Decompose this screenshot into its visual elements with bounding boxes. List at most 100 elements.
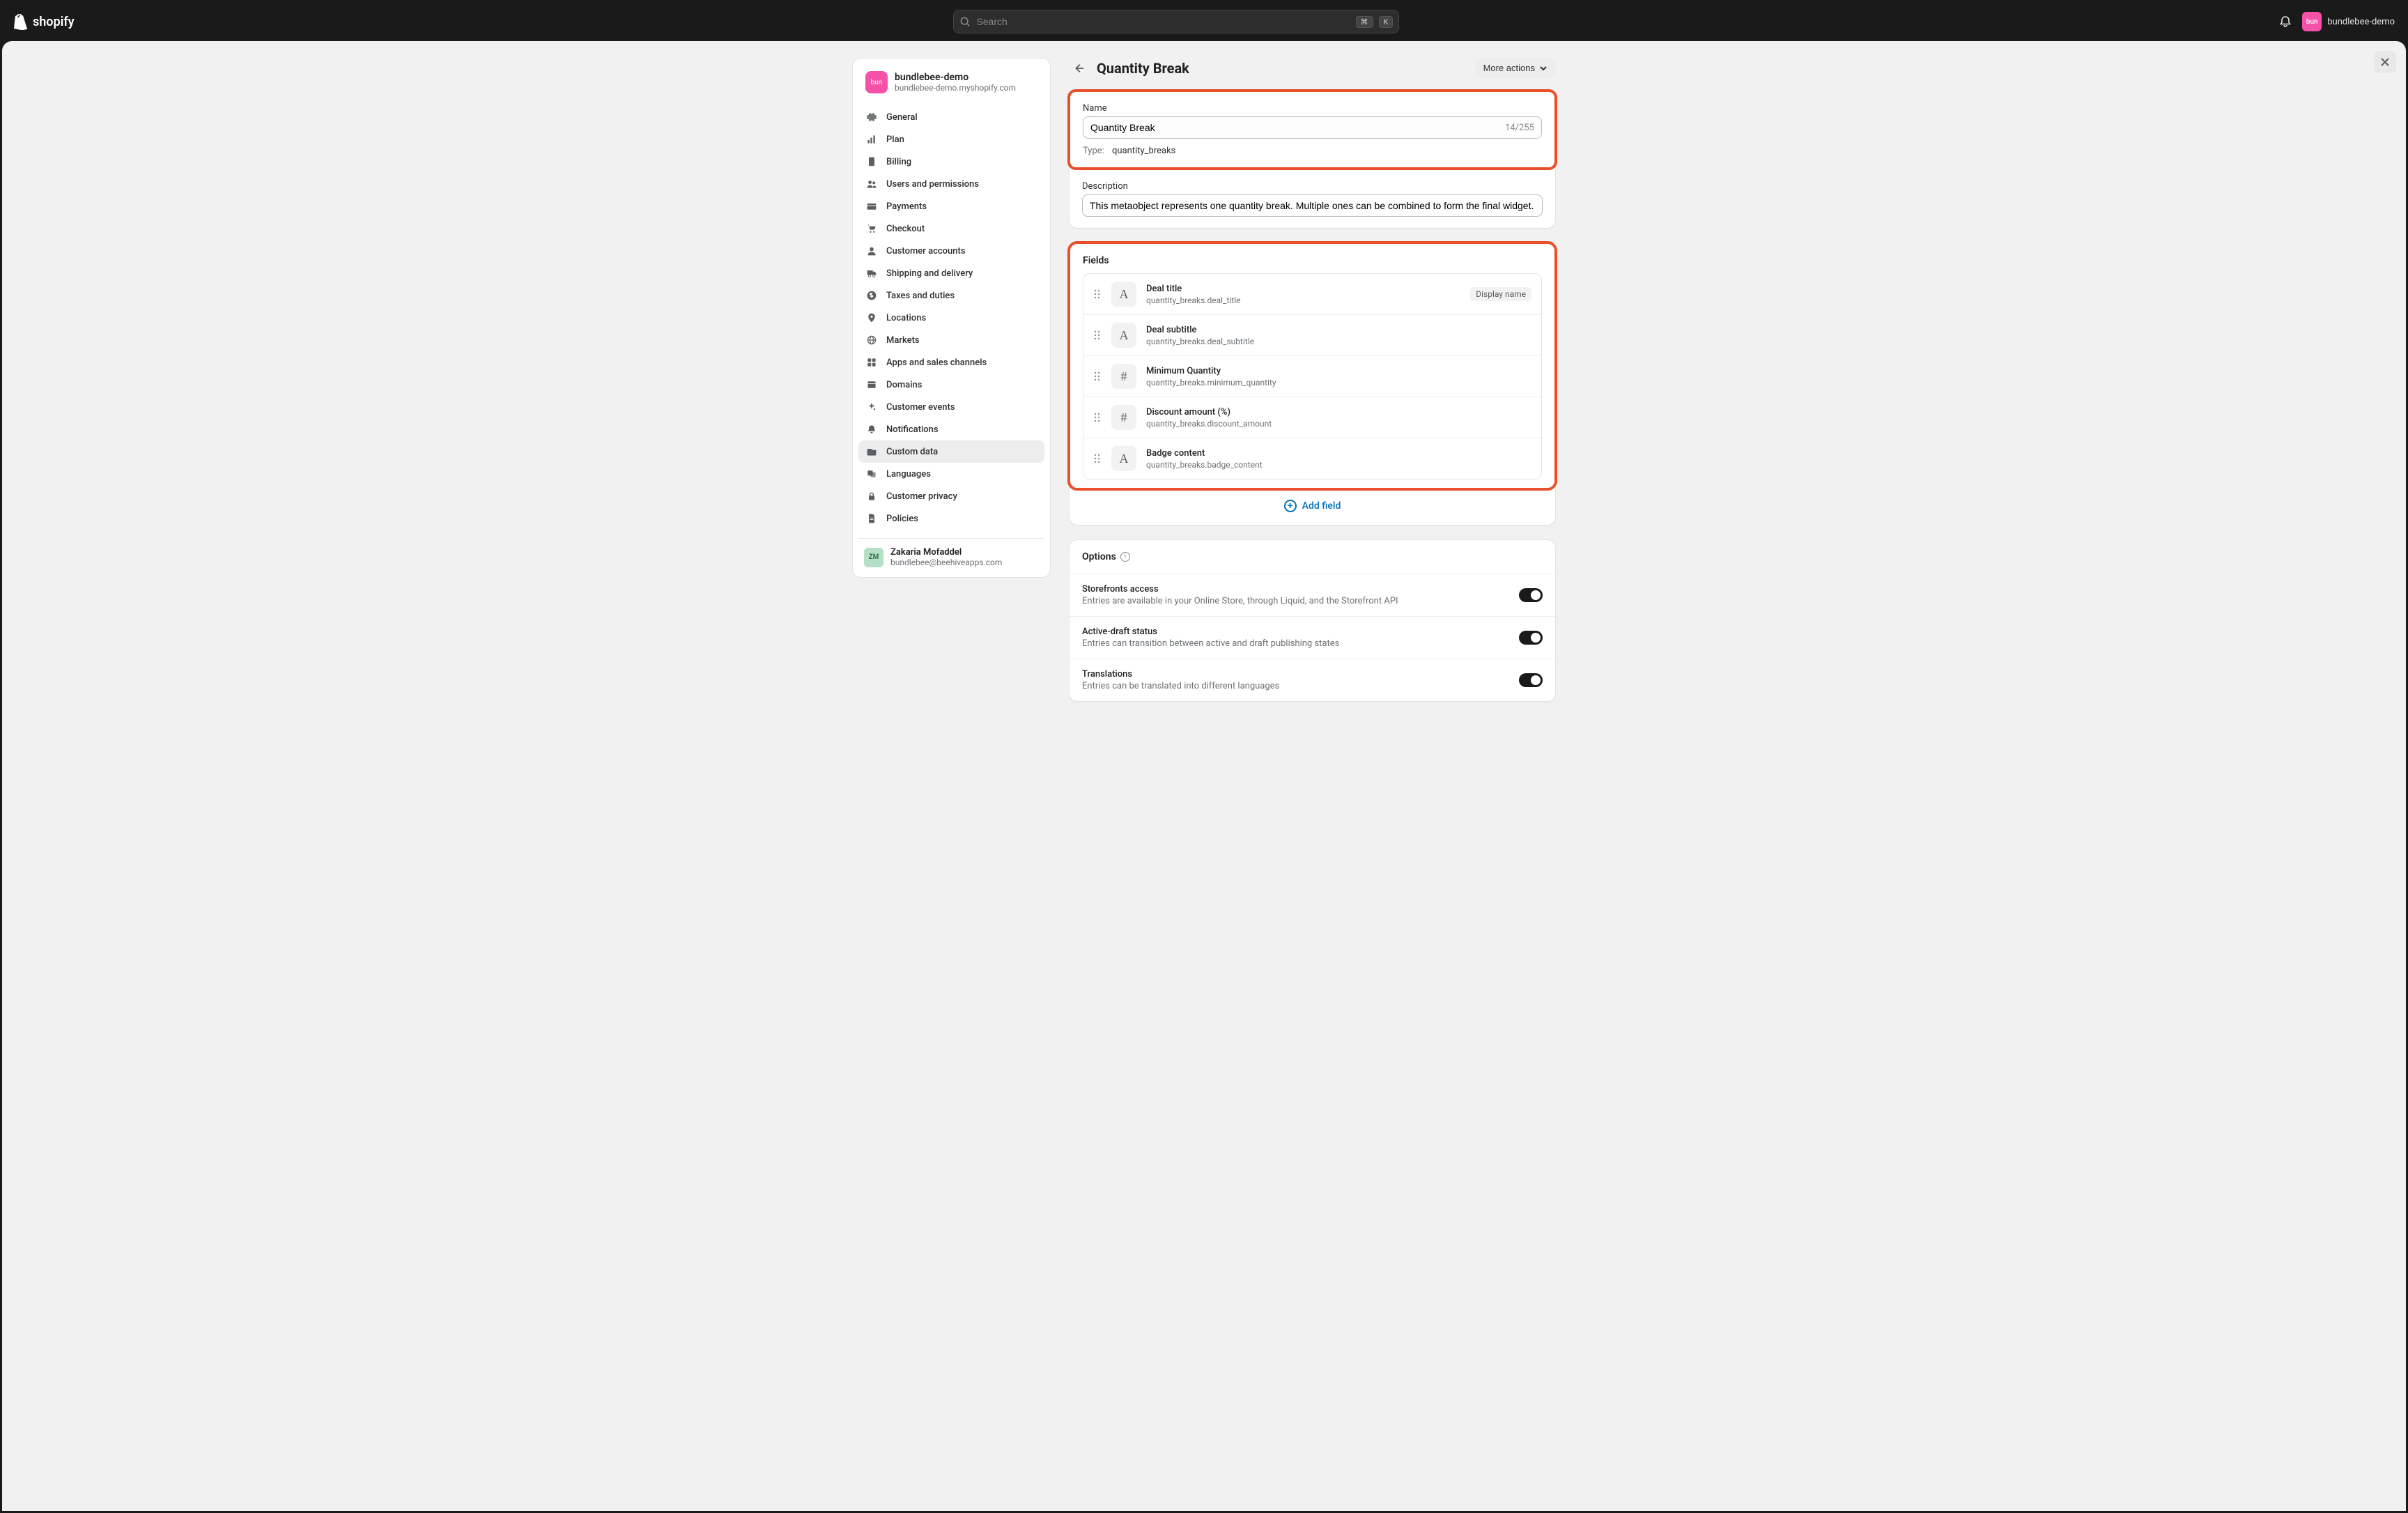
sidebar-item-label: General	[886, 112, 918, 123]
option-subtitle: Entries can be translated into different…	[1082, 681, 1511, 691]
sidebar-item-shipping-and-delivery[interactable]: Shipping and delivery	[858, 262, 1044, 284]
user-avatar: ZM	[864, 548, 883, 567]
field-key: quantity_breaks.deal_subtitle	[1146, 337, 1531, 346]
more-actions-button[interactable]: More actions	[1475, 58, 1556, 78]
sidebar-store-name: bundlebee-demo	[895, 72, 1016, 83]
field-key: quantity_breaks.deal_title	[1146, 295, 1460, 305]
drag-handle-icon[interactable]	[1093, 371, 1102, 382]
globe-icon	[865, 334, 878, 346]
field-type-icon: #	[1111, 405, 1136, 430]
sidebar-item-label: Shipping and delivery	[886, 268, 973, 279]
back-button[interactable]	[1069, 59, 1088, 78]
chart-icon	[865, 133, 878, 146]
store-label: bundlebee-demo	[2327, 17, 2395, 27]
card-icon	[865, 200, 878, 213]
sidebar-item-label: Users and permissions	[886, 179, 979, 190]
kbd-k: K	[1379, 16, 1394, 28]
sidebar-item-billing[interactable]: Billing	[858, 151, 1044, 173]
domain-icon	[865, 378, 878, 391]
sidebar-item-notifications[interactable]: Notifications	[858, 418, 1044, 440]
sidebar-item-label: Taxes and duties	[886, 291, 955, 301]
sidebar-item-label: Policies	[886, 514, 918, 524]
search-input[interactable]	[976, 16, 1350, 27]
options-title: Options	[1082, 551, 1116, 562]
type-value: quantity_breaks	[1112, 146, 1175, 156]
toggle-switch[interactable]	[1519, 588, 1543, 602]
sidebar-item-label: Apps and sales channels	[886, 358, 987, 368]
close-icon	[2379, 56, 2391, 68]
name-input-wrapper[interactable]: 14/255	[1083, 116, 1542, 139]
sidebar-item-policies[interactable]: Policies	[858, 507, 1044, 530]
search-box[interactable]: ⌘ K	[953, 10, 1399, 33]
sidebar-item-plan[interactable]: Plan	[858, 128, 1044, 151]
doc-icon	[865, 512, 878, 525]
description-input[interactable]	[1090, 200, 1535, 211]
sidebar-item-taxes-and-duties[interactable]: Taxes and duties	[858, 284, 1044, 307]
drag-handle-icon[interactable]	[1093, 289, 1102, 300]
field-type-icon: A	[1111, 282, 1136, 307]
sidebar-item-customer-events[interactable]: Customer events	[858, 396, 1044, 418]
sidebar-item-custom-data[interactable]: Custom data	[858, 440, 1044, 463]
sidebar-item-label: Notifications	[886, 424, 939, 435]
drag-handle-icon[interactable]	[1093, 412, 1102, 423]
sidebar-item-languages[interactable]: Languages	[858, 463, 1044, 485]
info-icon[interactable]: i	[1120, 552, 1130, 562]
field-key: quantity_breaks.minimum_quantity	[1146, 378, 1531, 387]
field-name: Discount amount (%)	[1146, 407, 1531, 417]
receipt-icon	[865, 155, 878, 168]
store-menu[interactable]: bun bundlebee-demo	[2302, 12, 2395, 31]
gear-icon	[865, 111, 878, 123]
shopify-logo[interactable]: shopify	[13, 13, 75, 30]
fields-title: Fields	[1070, 244, 1554, 273]
sidebar-item-customer-privacy[interactable]: Customer privacy	[858, 485, 1044, 507]
sidebar-item-customer-accounts[interactable]: Customer accounts	[858, 240, 1044, 262]
field-row[interactable]: # Minimum Quantity quantity_breaks.minim…	[1083, 356, 1541, 397]
search-icon	[959, 16, 971, 27]
field-name: Minimum Quantity	[1146, 366, 1531, 376]
sidebar-item-users-and-permissions[interactable]: Users and permissions	[858, 173, 1044, 195]
drag-handle-icon[interactable]	[1093, 330, 1102, 341]
sidebar-item-label: Markets	[886, 335, 920, 346]
sidebar-item-label: Languages	[886, 469, 931, 479]
toggle-switch[interactable]	[1519, 673, 1543, 687]
option-row: Active-draft status Entries can transiti…	[1070, 616, 1555, 659]
field-row[interactable]: A Badge content quantity_breaks.badge_co…	[1083, 438, 1541, 479]
sidebar-item-domains[interactable]: Domains	[858, 374, 1044, 396]
field-key: quantity_breaks.badge_content	[1146, 460, 1531, 470]
sidebar-item-locations[interactable]: Locations	[858, 307, 1044, 329]
field-badge: Display name	[1470, 287, 1531, 301]
field-type-icon: #	[1111, 364, 1136, 389]
more-actions-label: More actions	[1483, 63, 1535, 73]
bell-icon	[865, 423, 878, 436]
arrow-left-icon	[1072, 62, 1085, 75]
field-row[interactable]: # Discount amount (%) quantity_breaks.di…	[1083, 397, 1541, 438]
toggle-switch[interactable]	[1519, 631, 1543, 645]
notifications-icon[interactable]	[2278, 15, 2292, 29]
chevron-down-icon	[1539, 64, 1548, 72]
name-char-count: 14/255	[1505, 123, 1534, 133]
field-row[interactable]: A Deal subtitle quantity_breaks.deal_sub…	[1083, 315, 1541, 356]
drag-handle-icon[interactable]	[1093, 453, 1102, 464]
description-label: Description	[1082, 181, 1543, 192]
option-title: Storefronts access	[1082, 584, 1511, 594]
sidebar-item-apps-and-sales-channels[interactable]: Apps and sales channels	[858, 351, 1044, 374]
description-input-wrapper[interactable]	[1082, 194, 1543, 217]
sidebar-item-markets[interactable]: Markets	[858, 329, 1044, 351]
sidebar-item-payments[interactable]: Payments	[858, 195, 1044, 217]
option-row: Storefronts access Entries are available…	[1070, 574, 1555, 616]
kbd-cmd: ⌘	[1356, 16, 1373, 28]
sidebar-item-general[interactable]: General	[858, 106, 1044, 128]
name-input[interactable]	[1090, 122, 1505, 133]
sidebar-item-label: Plan	[886, 135, 904, 145]
truck-icon	[865, 267, 878, 279]
add-field-button[interactable]: + Add field	[1070, 489, 1555, 525]
sidebar-item-checkout[interactable]: Checkout	[858, 217, 1044, 240]
cart-icon	[865, 222, 878, 235]
user-email: bundlebee@beehiveapps.com	[890, 558, 1002, 567]
close-button[interactable]	[2374, 51, 2396, 73]
field-key: quantity_breaks.discount_amount	[1146, 419, 1531, 429]
users-icon	[865, 178, 878, 190]
sidebar-item-label: Billing	[886, 157, 911, 167]
folder-icon	[865, 445, 878, 458]
field-row[interactable]: A Deal title quantity_breaks.deal_title …	[1083, 274, 1541, 315]
